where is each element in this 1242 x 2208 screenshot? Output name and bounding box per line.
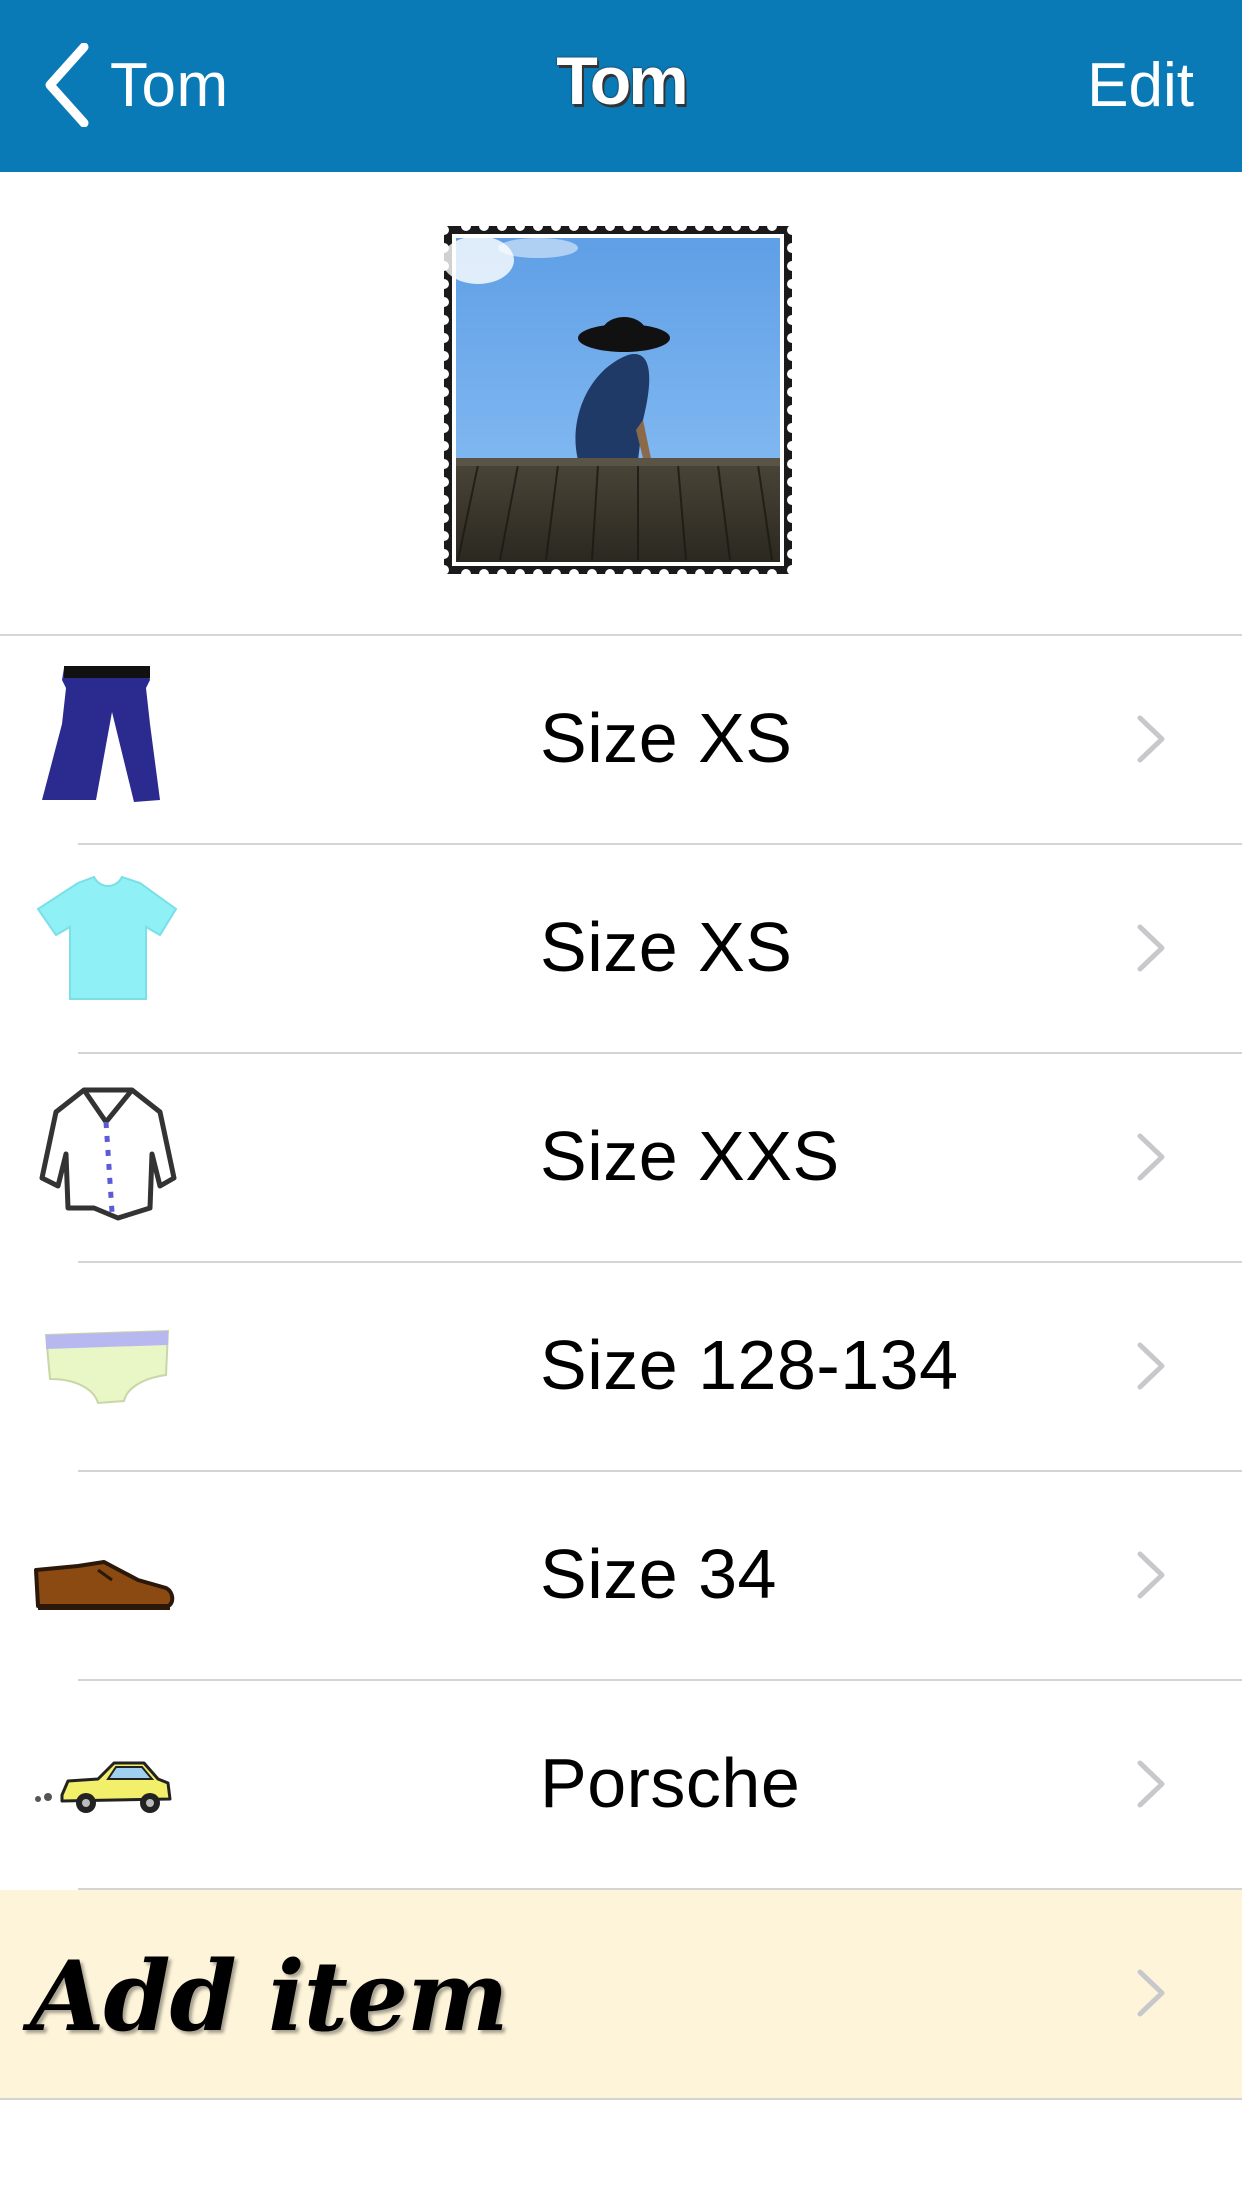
clothing-list: Size XS Size XS Size XXS Size 128-134 Si… bbox=[0, 636, 1242, 2100]
chevron-left-icon bbox=[45, 43, 89, 127]
item-label: Size 34 bbox=[540, 1535, 777, 1613]
back-button[interactable]: Tom bbox=[44, 40, 229, 130]
profile-photo[interactable] bbox=[438, 220, 798, 580]
back-button-label: Tom bbox=[110, 50, 229, 120]
shoe-icon bbox=[28, 1500, 188, 1650]
navigation-bar: Tom Tom Edit bbox=[0, 0, 1242, 172]
item-label: Size XS bbox=[540, 908, 793, 986]
chevron-right-icon bbox=[1137, 1551, 1165, 1599]
chevron-right-icon bbox=[1137, 715, 1165, 763]
tshirt-icon bbox=[28, 873, 188, 1023]
list-item[interactable]: Size 128-134 bbox=[0, 1263, 1242, 1472]
item-label: Size XS bbox=[540, 699, 793, 777]
item-label: Size 128-134 bbox=[540, 1326, 959, 1404]
profile-photo-area bbox=[0, 172, 1242, 636]
item-label: Porsche bbox=[540, 1744, 801, 1822]
underwear-icon bbox=[28, 1291, 188, 1441]
chevron-right-icon bbox=[1137, 1969, 1165, 2017]
edit-button[interactable]: Edit bbox=[1087, 50, 1194, 121]
pants-icon bbox=[28, 664, 188, 814]
chevron-right-icon bbox=[1137, 1133, 1165, 1181]
item-label: Size XXS bbox=[540, 1117, 840, 1195]
list-item[interactable]: Size XXS bbox=[0, 1054, 1242, 1263]
car-icon bbox=[28, 1709, 188, 1859]
shirt-icon bbox=[28, 1082, 188, 1232]
list-item[interactable]: Size XS bbox=[0, 636, 1242, 845]
add-item-label: Add item bbox=[30, 1940, 509, 2053]
add-item-button[interactable]: Add item bbox=[0, 1890, 1242, 2100]
chevron-right-icon bbox=[1137, 1342, 1165, 1390]
chevron-right-icon bbox=[1137, 924, 1165, 972]
list-item[interactable]: Porsche bbox=[0, 1681, 1242, 1890]
list-item[interactable]: Size 34 bbox=[0, 1472, 1242, 1681]
list-item[interactable]: Size XS bbox=[0, 845, 1242, 1054]
chevron-right-icon bbox=[1137, 1760, 1165, 1808]
